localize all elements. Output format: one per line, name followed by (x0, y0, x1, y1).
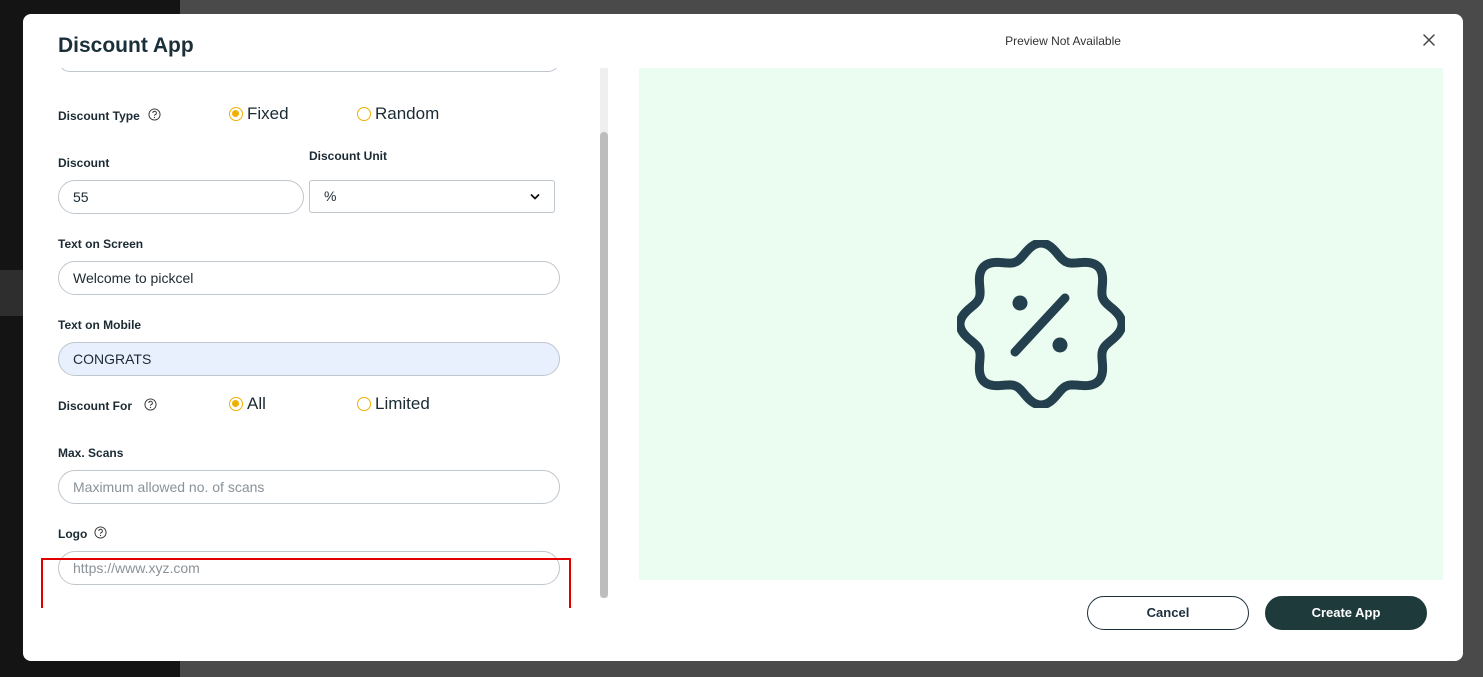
text-on-screen-input[interactable]: Welcome to pickcel (58, 261, 560, 295)
logo-url-input[interactable]: https://www.xyz.com (58, 551, 560, 585)
discount-unit-label: Discount Unit (309, 149, 387, 163)
radio-fixed[interactable]: Fixed (229, 104, 289, 124)
help-circle-icon[interactable] (94, 526, 107, 539)
chevron-down-icon (530, 194, 540, 200)
form-scroll-area: Discount Type Fixed Random Discount Disc… (23, 68, 613, 608)
radio-random-indicator (357, 107, 371, 121)
close-button[interactable] (1419, 30, 1439, 50)
modal-title: Discount App (58, 34, 194, 57)
discount-app-modal: Discount App Preview Not Available Disco… (23, 14, 1463, 661)
discount-unit-value: % (324, 188, 337, 204)
preview-panel (639, 68, 1443, 580)
text-on-mobile-label: Text on Mobile (58, 318, 142, 332)
radio-all[interactable]: All (229, 394, 266, 414)
max-scans-input[interactable]: Maximum allowed no. of scans (58, 470, 560, 504)
max-scans-label: Max. Scans (58, 446, 124, 460)
logo-label: Logo (58, 527, 88, 541)
radio-all-indicator (229, 397, 243, 411)
discount-unit-select[interactable]: % (309, 180, 555, 213)
radio-fixed-indicator (229, 107, 243, 121)
scrollbar-thumb[interactable] (600, 132, 608, 598)
radio-limited[interactable]: Limited (357, 394, 430, 414)
discount-type-label: Discount Type (58, 109, 140, 123)
discount-for-label: Discount For (58, 399, 132, 413)
discount-badge-icon (957, 240, 1125, 408)
preview-status-text: Preview Not Available (1005, 34, 1121, 48)
discount-label: Discount (58, 156, 110, 170)
radio-random[interactable]: Random (357, 104, 439, 124)
help-circle-icon[interactable] (144, 398, 157, 411)
create-app-button[interactable]: Create App (1265, 596, 1427, 630)
text-on-mobile-input[interactable]: CONGRATS (58, 342, 560, 376)
text-on-screen-label: Text on Screen (58, 237, 144, 251)
help-circle-icon[interactable] (148, 108, 161, 121)
radio-random-label: Random (375, 104, 440, 123)
radio-all-label: All (247, 394, 266, 413)
radio-limited-indicator (357, 397, 371, 411)
partially-hidden-input[interactable] (58, 68, 560, 72)
radio-fixed-label: Fixed (247, 104, 289, 123)
cancel-button[interactable]: Cancel (1087, 596, 1249, 630)
close-icon (1423, 34, 1435, 46)
discount-input[interactable]: 55 (58, 180, 304, 214)
radio-limited-label: Limited (375, 394, 430, 413)
